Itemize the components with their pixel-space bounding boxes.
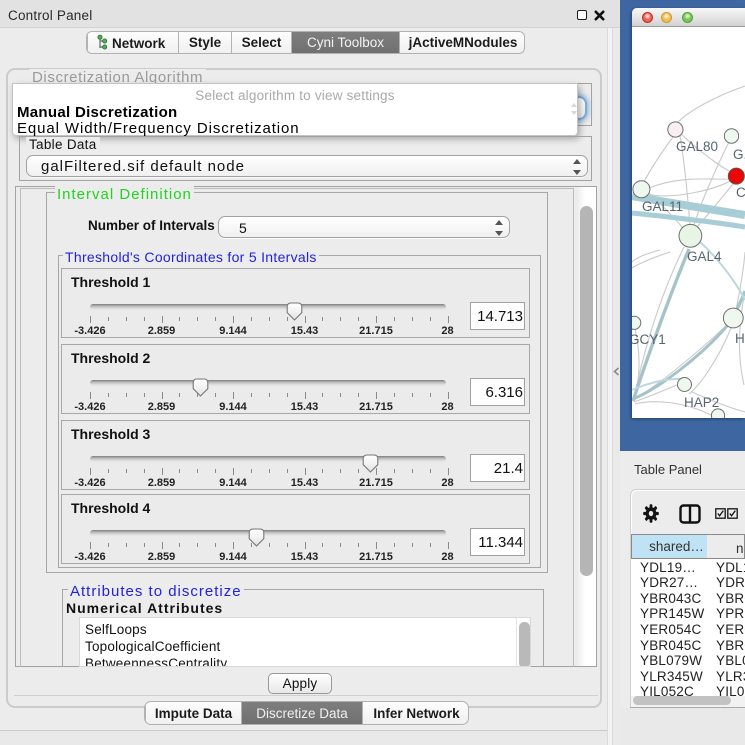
svg-text:H: H (735, 331, 745, 346)
svg-text:GAL11: GAL11 (642, 199, 683, 214)
svg-text:C: C (736, 185, 745, 200)
svg-text:GAL80: GAL80 (676, 139, 718, 154)
svg-text:G.: G. (733, 147, 745, 162)
svg-text:GCY1: GCY1 (632, 332, 666, 347)
svg-text:GAL4: GAL4 (687, 249, 722, 264)
svg-text:HAP2: HAP2 (684, 395, 719, 410)
